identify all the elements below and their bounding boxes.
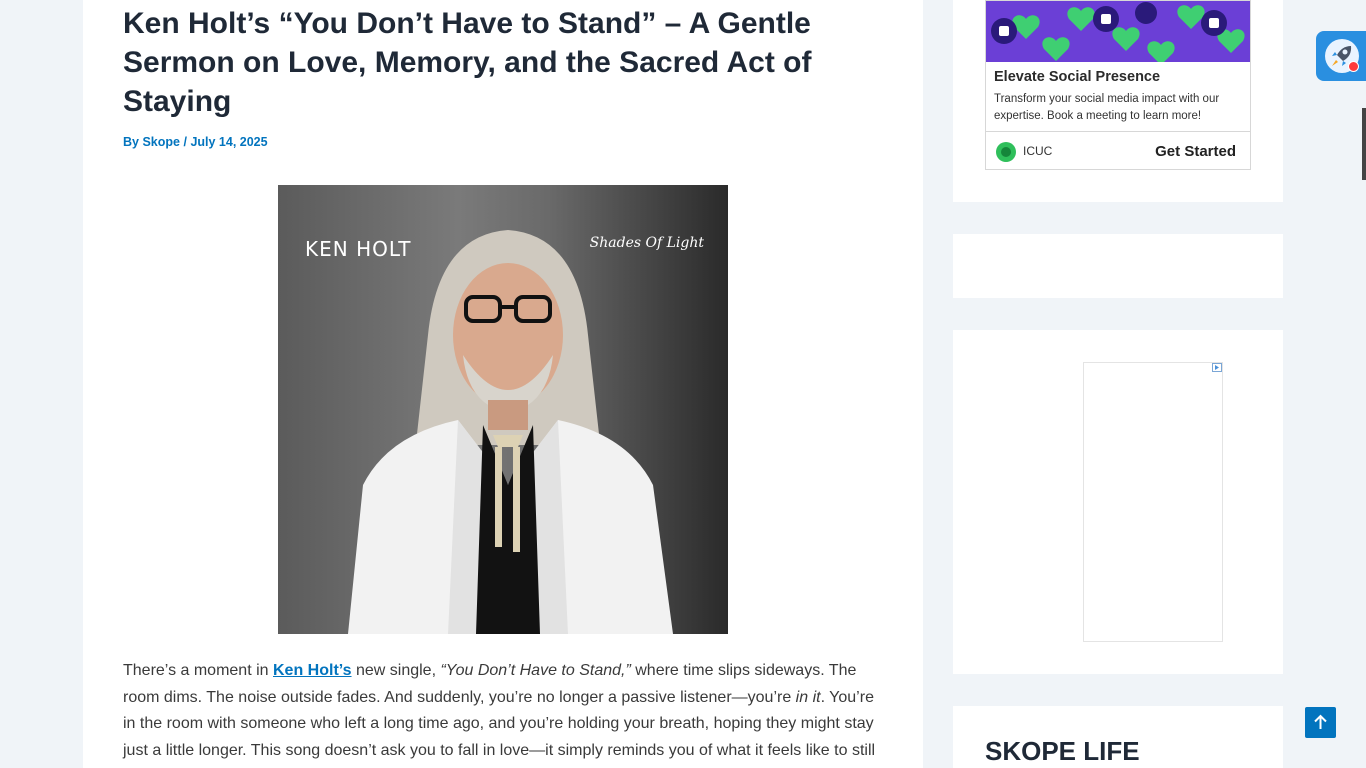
meta-separator: / (183, 135, 187, 149)
sidebar-skope-life-widget: SKOPE LIFE (953, 706, 1283, 768)
arrow-up-icon (1314, 714, 1327, 729)
social-ad[interactable]: Elevate Social Presence Transform your s… (985, 0, 1251, 170)
ad-frame[interactable] (1083, 362, 1223, 642)
ad-brand: ICUC (1023, 144, 1053, 158)
ad-title: Elevate Social Presence (994, 69, 1161, 85)
song-title: “You Don’t Have to Stand,” (440, 662, 631, 679)
notification-dot (1348, 61, 1359, 72)
artist-link[interactable]: Ken Holt’s (273, 662, 352, 679)
cover-artist-text: KEN HOLT (305, 237, 412, 261)
article-title: Ken Holt’s “You Don’t Have to Stand” – A… (123, 7, 812, 118)
icuc-logo-icon (996, 142, 1016, 162)
body-text-2: new single, (351, 662, 441, 679)
scroll-to-top-button[interactable] (1305, 707, 1336, 738)
article-meta: By Skope / July 14, 2025 (123, 135, 268, 149)
ad-footer: ICUC Get Started (986, 131, 1250, 169)
emphasis-in-it: in it (795, 688, 821, 706)
ad-description: Transform your social media impact with … (994, 93, 1220, 122)
sidebar-empty-widget (953, 234, 1283, 298)
adchoices-icon[interactable] (1212, 363, 1222, 372)
ad-hearts-banner (986, 1, 1250, 62)
author-link[interactable]: Skope (142, 135, 180, 149)
album-cover-image: KEN HOLT Shades Of Light (278, 185, 728, 634)
body-text-1: There’s a moment in (123, 662, 273, 679)
cover-album-text: Shades Of Light (589, 235, 704, 251)
get-started-button[interactable]: Get Started (1155, 143, 1236, 160)
sidebar-ad-widget: Elevate Social Presence Transform your s… (953, 0, 1283, 202)
article-paragraph: There’s a moment in Ken Holt’s new singl… (123, 658, 883, 768)
post-date: July 14, 2025 (190, 135, 268, 149)
by-label: By (123, 135, 139, 149)
article-card: Ken Holt’s “You Don’t Have to Stand” – A… (83, 0, 923, 768)
sidebar-ad-slot-widget (953, 330, 1283, 674)
scrollbar-thumb[interactable] (1362, 108, 1366, 180)
sidebar-heading: SKOPE LIFE (985, 736, 1140, 766)
rocket-button[interactable] (1316, 31, 1366, 81)
